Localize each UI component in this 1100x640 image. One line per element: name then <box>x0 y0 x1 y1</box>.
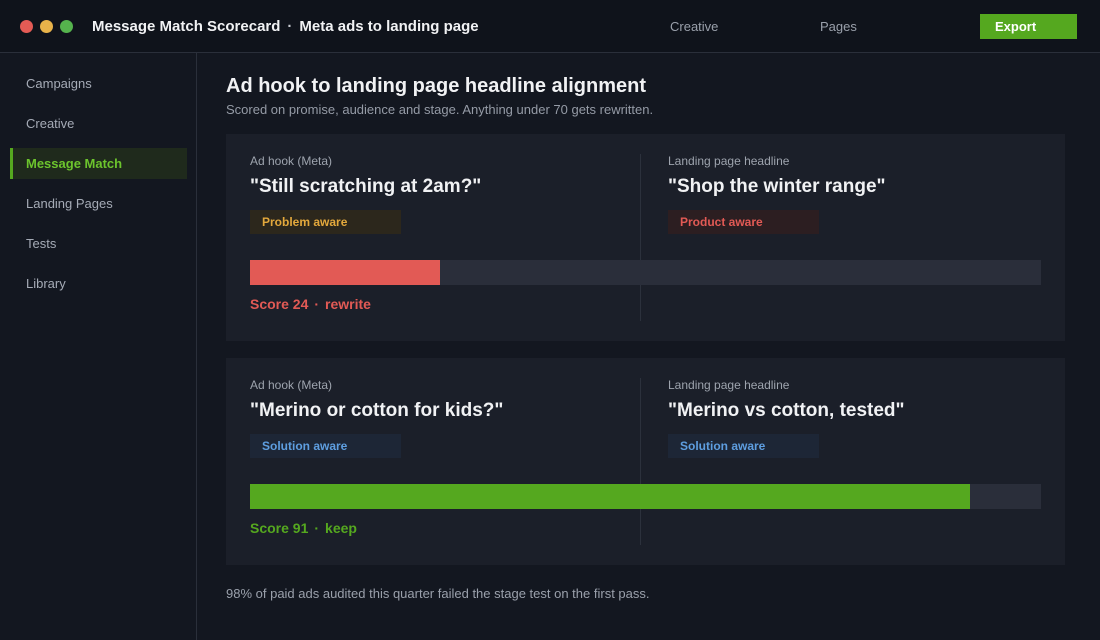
app-name: Message Match Scorecard <box>92 18 281 35</box>
ad-hook-quote: "Still scratching at 2am?" <box>250 176 482 197</box>
score-summary: Score 91 · keep <box>250 520 357 536</box>
sidebar-item-campaigns[interactable]: Campaigns <box>10 68 187 99</box>
close-window-button[interactable] <box>20 20 33 33</box>
main-panel: Ad hook to landing page headline alignme… <box>198 53 1100 640</box>
ad-hook-quote: "Merino or cotton for kids?" <box>250 400 504 421</box>
title-separator: · <box>287 18 293 35</box>
card-divider <box>640 378 641 545</box>
score-value: Score 91 <box>250 520 309 536</box>
match-card: Ad hook (Meta) "Merino or cotton for kid… <box>226 358 1065 565</box>
sidebar-item-tests[interactable]: Tests <box>10 228 187 259</box>
app-context: Meta ads to landing page <box>299 18 479 35</box>
maximize-window-button[interactable] <box>60 20 73 33</box>
score-bar <box>250 484 1041 509</box>
page-title: Ad hook to landing page headline alignme… <box>226 75 647 97</box>
score-bar-fill <box>250 260 440 285</box>
landing-headline-quote: "Merino vs cotton, tested" <box>668 400 905 421</box>
sidebar-item-message-match[interactable]: Message Match <box>10 148 187 179</box>
score-bar-fill <box>250 484 970 509</box>
sidebar: Campaigns Creative Message Match Landing… <box>0 53 197 640</box>
score-separator: · <box>314 296 320 312</box>
title-bar: Message Match Scorecard · Meta ads to land… <box>0 0 1100 53</box>
score-verdict: rewrite <box>325 296 371 312</box>
score-summary: Score 24 · rewrite <box>250 296 371 312</box>
sidebar-item-library[interactable]: Library <box>10 268 187 299</box>
score-verdict: keep <box>325 520 357 536</box>
landing-headline-label: Landing page headline <box>668 154 790 168</box>
match-card: Ad hook (Meta) "Still scratching at 2am?… <box>226 134 1065 341</box>
ad-stage-badge: Problem aware <box>250 210 401 234</box>
footnote: 98% of paid ads audited this quarter fai… <box>226 586 650 601</box>
minimize-window-button[interactable] <box>40 20 53 33</box>
score-separator: · <box>314 520 320 536</box>
landing-headline-quote: "Shop the winter range" <box>668 176 886 197</box>
score-value: Score 24 <box>250 296 309 312</box>
card-divider <box>640 154 641 321</box>
score-bar <box>250 260 1041 285</box>
nav-pages[interactable]: Pages <box>820 19 857 34</box>
page-stage-badge: Solution aware <box>668 434 819 458</box>
ad-hook-label: Ad hook (Meta) <box>250 378 333 392</box>
sidebar-item-creative[interactable]: Creative <box>10 108 187 139</box>
export-button[interactable]: Export <box>980 14 1077 39</box>
page-subtitle: Scored on promise, audience and stage. A… <box>226 102 654 117</box>
page-stage-badge: Product aware <box>668 210 819 234</box>
app-title: Message Match Scorecard · Meta ads to land… <box>92 18 479 35</box>
ad-stage-badge: Solution aware <box>250 434 401 458</box>
sidebar-item-landing-pages[interactable]: Landing Pages <box>10 188 187 219</box>
ad-hook-label: Ad hook (Meta) <box>250 154 333 168</box>
landing-headline-label: Landing page headline <box>668 378 790 392</box>
nav-creative[interactable]: Creative <box>670 19 718 34</box>
